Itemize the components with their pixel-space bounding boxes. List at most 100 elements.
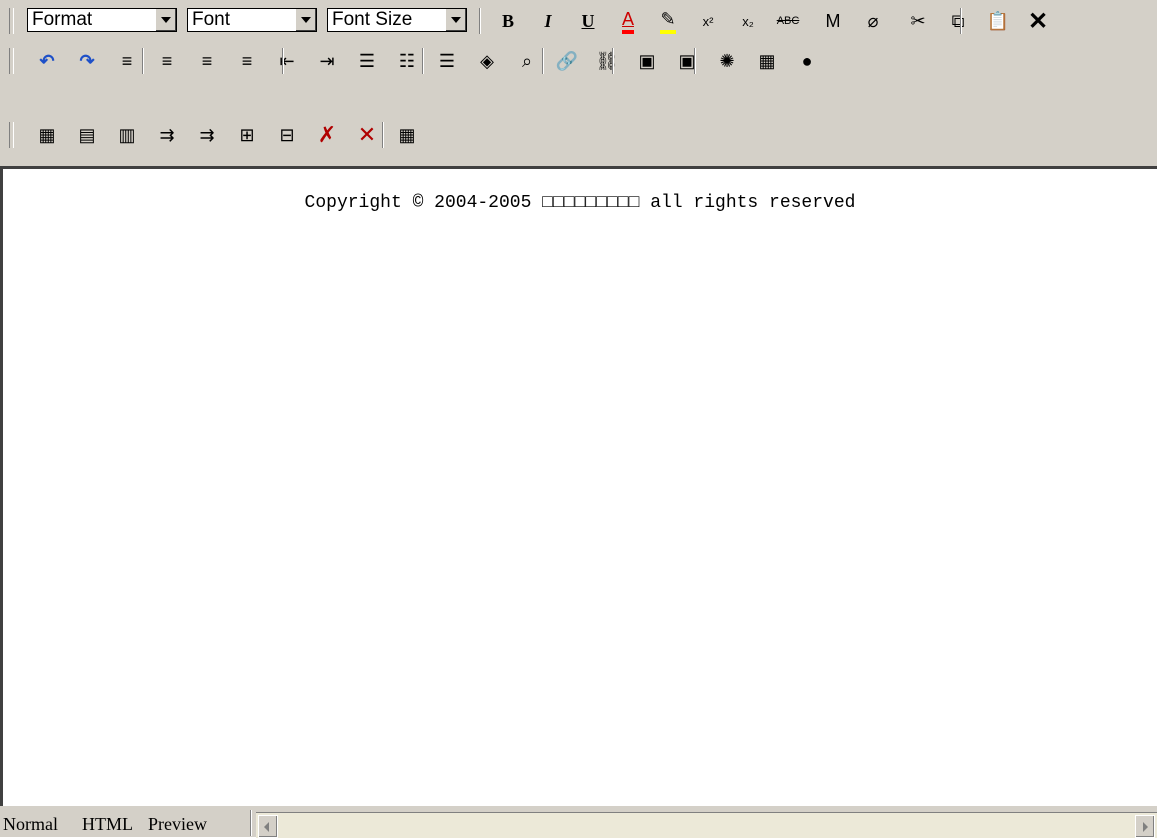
toolbar-row-2: ↶ ↷ ≡ ≡ ≡ ≡ ⇤ ⇥ ☰ ☷ ☰ ◈ ⌕ 🔗 ⛓ ▣ ▣ ✺ ▦ ● — [0, 42, 1157, 78]
font-size-select[interactable]: Font Size — [327, 8, 467, 32]
cell-props-button[interactable]: ▥ — [114, 122, 140, 148]
delete-col-button[interactable]: ✕ — [354, 122, 380, 148]
image-button[interactable]: ▣ — [634, 48, 660, 74]
insert-row-button[interactable]: ⇉ — [154, 122, 180, 148]
cell-props-icon: ▥ — [118, 124, 136, 145]
calculator-icon: ▦ — [398, 124, 416, 145]
table-props-icon: ▤ — [78, 124, 96, 145]
emoticon-icon: ● — [801, 50, 813, 71]
chevron-right-icon — [1143, 822, 1148, 832]
horizontal-scrollbar[interactable] — [256, 812, 1157, 838]
italic-icon: I — [544, 10, 552, 31]
toolbar-grip[interactable] — [9, 122, 14, 148]
scroll-left-button[interactable] — [258, 815, 278, 838]
paste-button[interactable]: 📋 — [985, 8, 1011, 34]
split-cells-icon: ⊟ — [279, 124, 295, 145]
font-select[interactable]: Font — [187, 8, 317, 32]
separator — [612, 48, 614, 74]
tab-normal[interactable]: Normal — [3, 814, 58, 835]
align-center-icon: ≡ — [201, 50, 213, 71]
indent-button[interactable]: ⇥ — [314, 48, 340, 74]
separator — [382, 122, 384, 148]
font-size-select-label: Font Size — [332, 9, 413, 30]
scroll-right-button[interactable] — [1135, 815, 1155, 838]
align-left-icon: ≡ — [161, 50, 173, 71]
undo-button[interactable]: ↶ — [34, 48, 60, 74]
justify-icon: ≡ — [121, 50, 133, 71]
media-icon: ▦ — [758, 50, 776, 71]
insert-col-icon: ⇉ — [199, 124, 215, 145]
redo-button[interactable]: ↷ — [74, 48, 100, 74]
flash-button[interactable]: ✺ — [714, 48, 740, 74]
align-left-button[interactable]: ≡ — [154, 48, 180, 74]
italic-button[interactable]: I — [535, 8, 561, 34]
unordered-list-button[interactable]: ☰ — [434, 48, 460, 74]
align-right-button[interactable]: ≡ — [234, 48, 260, 74]
separator — [694, 48, 696, 74]
media-button[interactable]: ▦ — [754, 48, 780, 74]
insert-table-icon: ▦ — [38, 124, 56, 145]
special-char-button[interactable]: ◈ — [474, 48, 500, 74]
copy-button[interactable]: ⧉ — [945, 8, 971, 34]
format-select[interactable]: Format — [27, 8, 177, 32]
outdent-button[interactable]: ⇤ — [274, 48, 300, 74]
image-props-icon: ▣ — [678, 50, 696, 71]
subscript-button[interactable]: x₂ — [735, 8, 761, 34]
align-right-icon: ≡ — [241, 50, 253, 71]
copy-icon: ⧉ — [951, 10, 965, 31]
cut-button[interactable]: ✂ — [905, 8, 931, 34]
link-button[interactable]: 🔗 — [554, 48, 580, 74]
highlight-icon: ✎ — [660, 9, 676, 34]
insert-table-button[interactable]: ▦ — [34, 122, 60, 148]
justify-button[interactable]: ≡ — [114, 48, 140, 74]
calculator-button[interactable]: ▦ — [394, 122, 420, 148]
align-center-button[interactable]: ≡ — [194, 48, 220, 74]
chevron-down-icon[interactable] — [155, 9, 176, 31]
font-color-icon: A — [621, 9, 634, 34]
insert-row-icon: ⇉ — [159, 124, 175, 145]
separator — [422, 48, 424, 74]
toolbar-row-1: Format Font Font Size B I U A ✎ x² x₂ ABC M ⌀ ✂ ⧉ 📋 ✕ — [0, 2, 1157, 38]
toolbar-grip[interactable] — [9, 48, 14, 74]
emoticon-button[interactable]: ● — [794, 48, 820, 74]
delete-row-button[interactable]: ✗ — [314, 122, 340, 148]
tab-html[interactable]: HTML — [82, 814, 133, 835]
tab-preview[interactable]: Preview — [148, 814, 207, 835]
underline-button[interactable]: U — [575, 8, 601, 34]
line-spacing-icon: ☰ — [358, 50, 376, 71]
format-select-label: Format — [32, 9, 93, 30]
image-props-button[interactable]: ▣ — [674, 48, 700, 74]
line-spacing-button[interactable]: ☰ — [354, 48, 380, 74]
separator — [282, 48, 284, 74]
split-cells-button[interactable]: ⊟ — [274, 122, 300, 148]
chevron-down-icon[interactable] — [295, 9, 316, 31]
delete-icon: ✕ — [1027, 7, 1049, 35]
bold-button[interactable]: B — [495, 8, 521, 34]
merge-cells-button[interactable]: ⊞ — [234, 122, 260, 148]
ordered-list-icon: ☷ — [398, 50, 416, 71]
underline-icon: U — [581, 10, 595, 31]
highlight-button[interactable]: ✎ — [655, 8, 681, 34]
special-char-icon: ◈ — [480, 50, 494, 71]
chevron-down-icon[interactable] — [445, 9, 466, 31]
separator — [250, 810, 252, 836]
unlink-icon: ⛓ — [595, 50, 619, 71]
editor-content[interactable]: Copyright © 2004-2005 □□□□□□□□□ all righ… — [3, 193, 1157, 213]
superscript-button[interactable]: x² — [695, 8, 721, 34]
eraser-button[interactable]: ⌀ — [860, 8, 886, 34]
ordered-list-button[interactable]: ☷ — [394, 48, 420, 74]
subscript-icon: x₂ — [742, 13, 754, 29]
image-icon: ▣ — [638, 50, 656, 71]
find-button[interactable]: ⌕ — [514, 48, 540, 74]
redo-icon: ↷ — [79, 50, 95, 71]
insert-col-button[interactable]: ⇉ — [194, 122, 220, 148]
unlink-button[interactable]: ⛓ — [594, 48, 620, 74]
font-color-button[interactable]: A — [615, 8, 641, 34]
marker-button[interactable]: M — [820, 8, 846, 34]
delete-button[interactable]: ✕ — [1025, 7, 1051, 35]
editor-area[interactable]: Copyright © 2004-2005 □□□□□□□□□ all righ… — [0, 166, 1157, 806]
strikethrough-button[interactable]: ABC — [775, 8, 801, 34]
table-props-button[interactable]: ▤ — [74, 122, 100, 148]
find-icon: ⌕ — [521, 50, 533, 71]
toolbar-grip[interactable] — [9, 8, 14, 34]
